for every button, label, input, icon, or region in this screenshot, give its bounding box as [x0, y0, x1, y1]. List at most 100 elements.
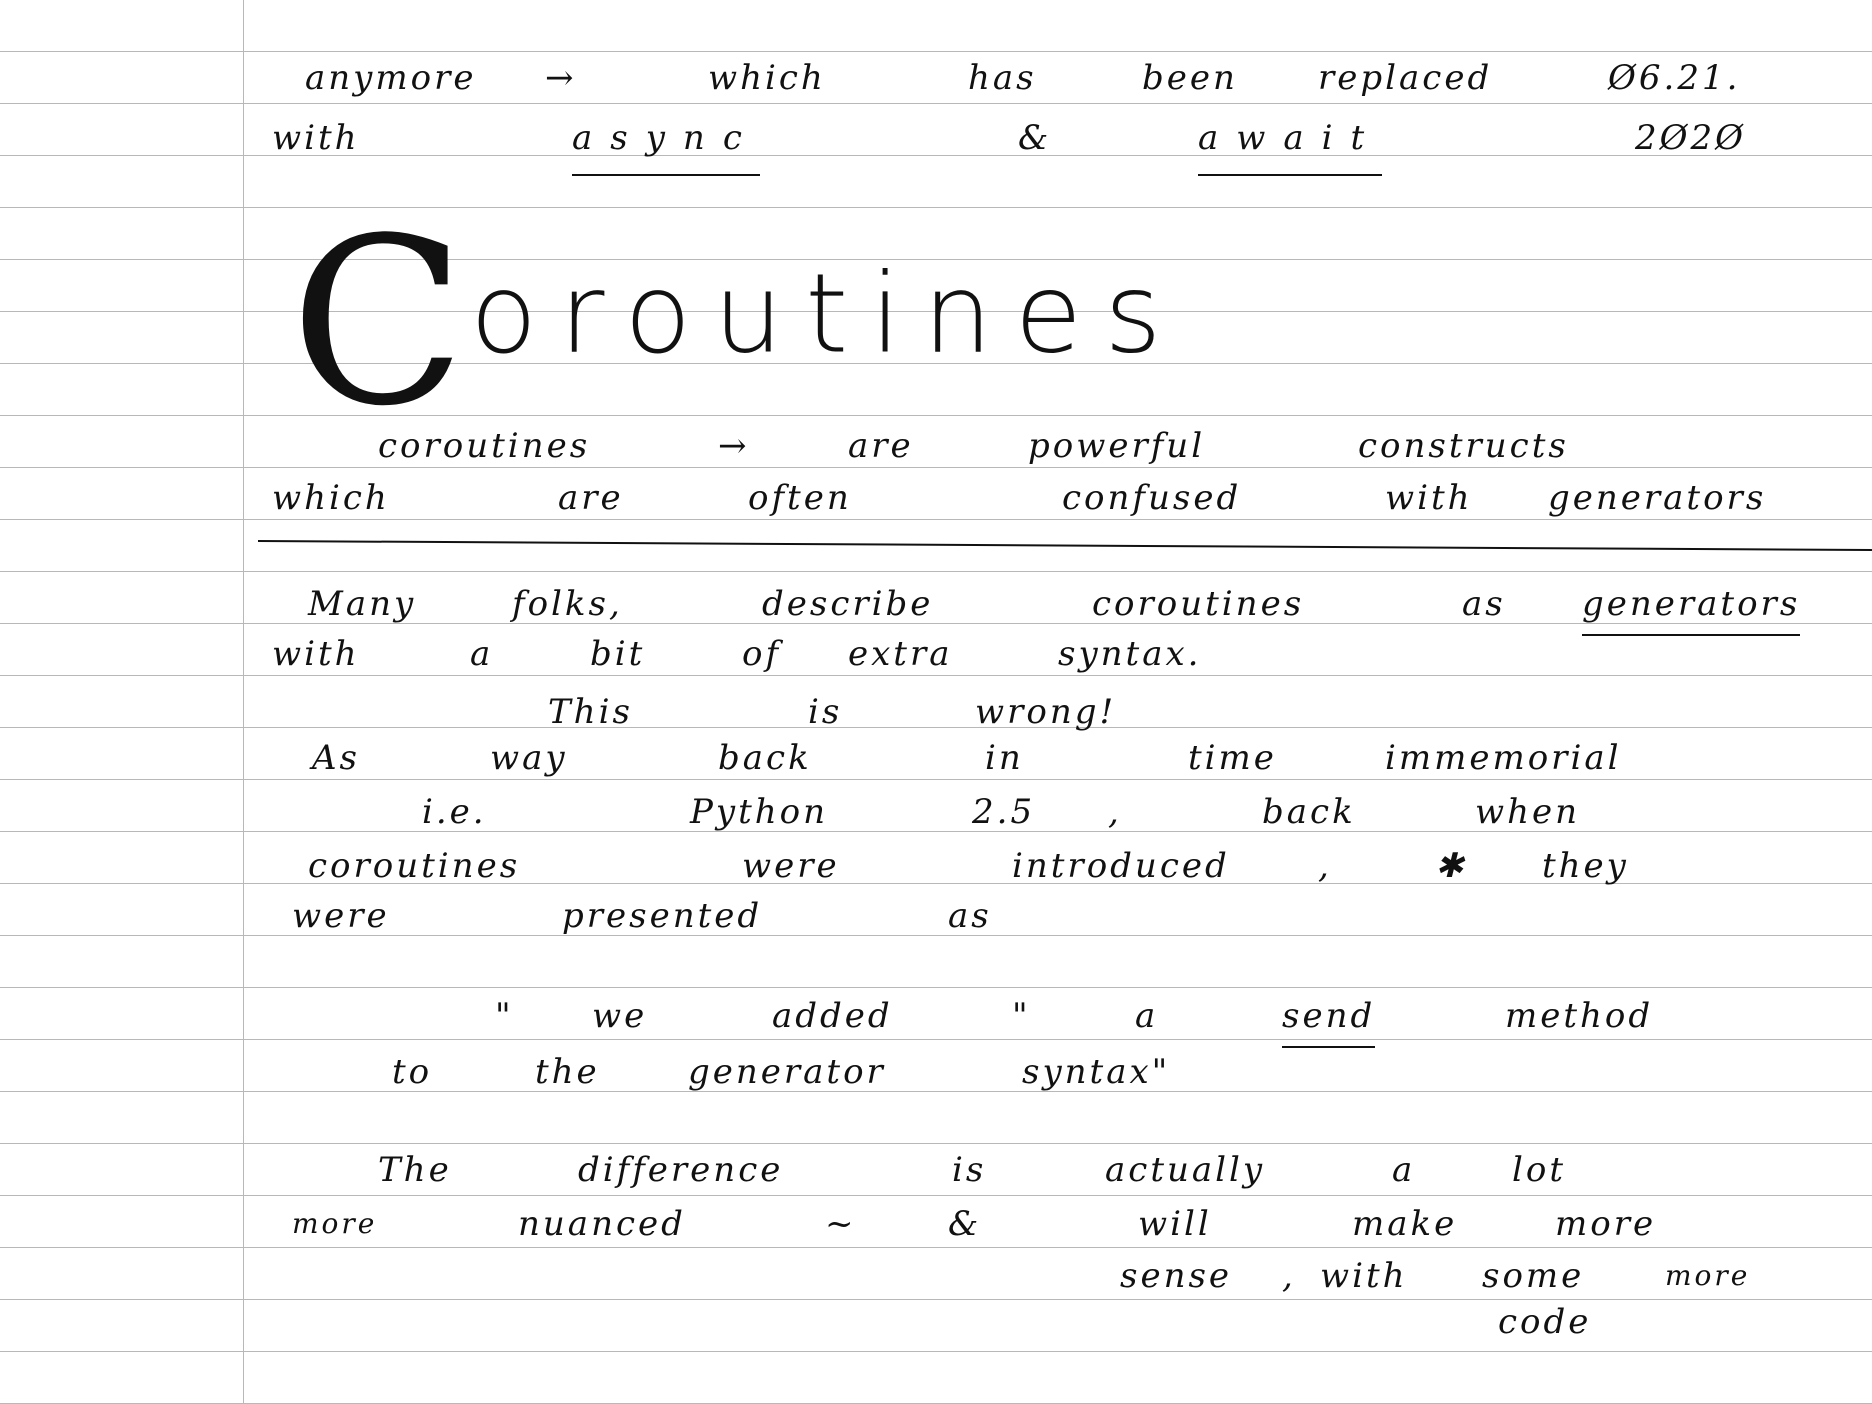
word: the [535, 1052, 600, 1092]
word: to [392, 1052, 433, 1092]
word: generator [688, 1052, 886, 1092]
word-send-underlined: send [1282, 990, 1376, 1048]
word: more [1665, 1259, 1751, 1292]
line-17: code [0, 1296, 1872, 1348]
word: code [1498, 1302, 1592, 1342]
line-5: Many folks, describe coroutines as gener… [0, 578, 1872, 636]
word: has [968, 58, 1037, 98]
arrow-symbol: → [545, 58, 577, 98]
word: as [948, 896, 992, 936]
word: nuanced [518, 1204, 686, 1244]
line-7: This is wrong! [0, 686, 1872, 738]
word: , [1282, 1256, 1296, 1296]
word: describe [762, 584, 934, 624]
word: constructs [1358, 426, 1569, 466]
word: powerful [1028, 426, 1206, 466]
title-rest: oroutines [469, 249, 1184, 378]
word: a [470, 634, 494, 674]
line-3: coroutines → are powerful constructs [0, 420, 1872, 472]
word: actually [1105, 1150, 1266, 1190]
word: are [558, 478, 624, 518]
word: confused [1062, 478, 1242, 518]
word: some [1482, 1256, 1585, 1296]
word: folks, [512, 584, 623, 624]
word: which [708, 58, 826, 98]
word: as [1462, 584, 1506, 624]
ampersand-symbol: & [948, 1204, 982, 1244]
word: coroutines [1092, 584, 1305, 624]
word: , [1108, 792, 1122, 832]
word: coroutines [308, 846, 521, 886]
date-year: 2Ø2Ø [1635, 118, 1747, 158]
notebook-page: anymore → which has been replaced Ø6.21.… [0, 0, 1872, 1404]
word: back [1262, 792, 1356, 832]
word: Many [308, 584, 417, 624]
word: coroutines [378, 426, 591, 466]
word: when [1475, 792, 1581, 832]
keyword-await: await [1198, 112, 1383, 176]
word: 2.5 [972, 792, 1036, 832]
word: This [548, 692, 633, 732]
word: with [272, 634, 360, 674]
line-13: to the generator syntax" [0, 1046, 1872, 1098]
word: immemorial [1385, 738, 1622, 778]
word: extra [848, 634, 953, 674]
word: were [742, 846, 840, 886]
word: difference [578, 1150, 784, 1190]
line-14: The difference is actually a lot [0, 1144, 1872, 1196]
word: is [952, 1150, 987, 1190]
word: bit [590, 634, 646, 674]
word: a [1392, 1150, 1416, 1190]
section-divider [257, 540, 1872, 552]
line-11: were presented as [0, 890, 1872, 942]
word: more [292, 1207, 378, 1240]
word: lot [1512, 1150, 1567, 1190]
line-2: with async & await 2Ø2Ø [0, 112, 1872, 176]
word: often [748, 478, 852, 518]
line-6: with a bit of extra syntax. [0, 628, 1872, 680]
word: will [1138, 1204, 1212, 1244]
word: back [718, 738, 812, 778]
word: been [1142, 58, 1238, 98]
page-title: Coroutines [290, 190, 1184, 457]
word: is [808, 692, 843, 732]
word: syntax" [1022, 1052, 1171, 1092]
word: , [1318, 846, 1332, 886]
title-initial: C [290, 190, 470, 457]
word: we [592, 996, 648, 1036]
word: The [378, 1150, 452, 1190]
line-15: more nuanced ~ & will make more [0, 1198, 1872, 1250]
word: with [1385, 478, 1473, 518]
word: i.e. [422, 792, 487, 832]
quote-mark: " [1012, 996, 1031, 1036]
keyword-async: async [572, 112, 760, 176]
line-10: coroutines were introduced , ✱ they [0, 840, 1872, 892]
word: generators [1548, 478, 1767, 518]
word: way [490, 738, 568, 778]
ampersand-symbol: & [1018, 118, 1052, 158]
word: Python [690, 792, 829, 832]
word: make [1352, 1204, 1458, 1244]
tilde-symbol: ~ [825, 1204, 857, 1244]
word: with [1320, 1256, 1408, 1296]
word: replaced [1318, 58, 1493, 98]
word: presented [562, 896, 763, 936]
word: of [742, 634, 782, 674]
word: they [1542, 846, 1629, 886]
word: are [848, 426, 914, 466]
line-4: which are often confused with generators [0, 472, 1872, 524]
word: sense [1120, 1256, 1233, 1296]
word: added [772, 996, 893, 1036]
line-1: anymore → which has been replaced Ø6.21. [0, 52, 1872, 104]
word: time [1188, 738, 1277, 778]
asterisk-icon: ✱ [1435, 846, 1467, 886]
quote-mark: " [495, 996, 514, 1036]
word: in [985, 738, 1024, 778]
word: were [292, 896, 390, 936]
line-8: As way back in time immemorial [0, 732, 1872, 784]
word: As [312, 738, 361, 778]
word: anymore [305, 58, 477, 98]
word: syntax. [1058, 634, 1202, 674]
word: wrong! [975, 692, 1117, 732]
word: introduced [1012, 846, 1230, 886]
